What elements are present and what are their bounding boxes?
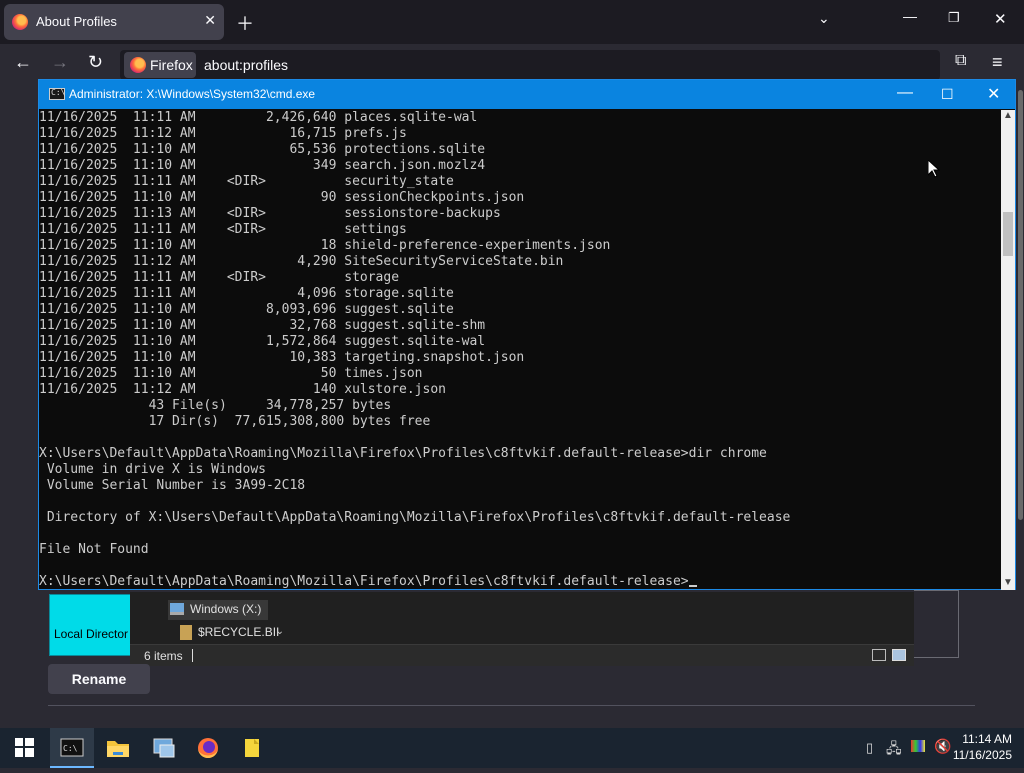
scroll-down-icon[interactable]: ▼ [1003, 577, 1013, 588]
back-icon[interactable]: ← [14, 52, 32, 73]
url-text[interactable]: about:profiles [204, 57, 288, 73]
network-icon[interactable]: 🖧 [886, 738, 902, 762]
console-line: 11/16/2025 11:12 AM 4,290 SiteSecuritySe… [39, 254, 564, 269]
rename-button[interactable]: Rename [48, 664, 150, 694]
minimize-icon[interactable]: — [903, 8, 917, 24]
console-line: 11/16/2025 11:10 AM 1,572,864 suggest.sq… [39, 334, 486, 349]
drive-icon [170, 603, 184, 615]
notes-icon[interactable] [230, 728, 274, 768]
restore-icon[interactable]: ❐ [948, 10, 960, 26]
console-line: 11/16/2025 11:11 AM <DIR> security_state [39, 174, 454, 189]
console-line: 11/16/2025 11:11 AM <DIR> storage [39, 270, 400, 285]
cmd-taskbar-icon[interactable]: C:\ [50, 728, 94, 768]
drive-label: Windows (X:) [190, 602, 262, 616]
cmd-maximize-icon[interactable]: ☐ [941, 86, 954, 103]
clock-time: 11:14 AM [962, 732, 1012, 746]
identity-box[interactable]: Firefox [124, 52, 196, 78]
chevron-down-icon[interactable]: ⌄ [276, 626, 284, 637]
console-line: 11/16/2025 11:13 AM <DIR> sessionstore-b… [39, 206, 501, 221]
clock-date: 11/16/2025 [952, 748, 1012, 762]
console-line: X:\Users\Default\AppData\Roaming\Mozilla… [39, 446, 767, 461]
prompt-text: X:\Users\Default\AppData\Roaming\Mozilla… [39, 574, 689, 589]
tab-close-icon[interactable]: ✕ [204, 12, 216, 29]
cmd-titlebar[interactable]: Administrator: X:\Windows\System32\cmd.e… [39, 80, 1015, 109]
clock[interactable]: 11:14 AM 11/16/2025 [953, 731, 1012, 763]
color-icon[interactable] [911, 740, 925, 752]
tiles-view-icon[interactable] [892, 649, 906, 661]
explorer-status-bar: 6 items [130, 644, 914, 666]
status-separator [192, 649, 193, 662]
firefox-icon [130, 57, 146, 73]
scroll-up-icon[interactable]: ▲ [1003, 110, 1013, 121]
window-close-icon[interactable]: ✕ [994, 10, 1007, 28]
local-directory-cell: Local Director [49, 594, 131, 656]
list-tabs-chevron-icon[interactable]: ⌄ [818, 10, 830, 27]
tab-title: About Profiles [36, 14, 117, 29]
firefox-favicon-icon [12, 14, 28, 30]
folder-icon [180, 625, 192, 640]
console-line: File Not Found [39, 542, 149, 557]
network-app-icon[interactable] [142, 728, 186, 768]
tab-bar: About Profiles ✕ ＋ ⌄ — ❐ ✕ [0, 0, 1024, 44]
local-directory-label: Local Director [54, 627, 129, 641]
console-line: 11/16/2025 11:11 AM 4,096 storage.sqlite [39, 286, 454, 301]
cmd-minimize-icon[interactable]: — [897, 84, 913, 102]
console-line: 11/16/2025 11:11 AM 2,426,640 places.sql… [39, 110, 478, 125]
console-line: 11/16/2025 11:10 AM 10,383 targeting.sna… [39, 350, 525, 365]
console-line: 11/16/2025 11:10 AM 65,536 protections.s… [39, 142, 486, 157]
details-view-icon[interactable] [872, 649, 886, 661]
cmd-title: Administrator: X:\Windows\System32\cmd.e… [69, 87, 316, 101]
table-edge [914, 590, 959, 658]
volume-muted-icon[interactable]: 🔇 [934, 738, 951, 755]
console-line: 11/16/2025 11:10 AM 349 search.json.mozl… [39, 158, 486, 173]
console-line: Volume in drive X is Windows [39, 462, 266, 477]
console-line: 11/16/2025 11:10 AM 32,768 suggest.sqlit… [39, 318, 486, 333]
console-line: 11/16/2025 11:11 AM <DIR> settings [39, 222, 407, 237]
cmd-icon [49, 88, 65, 100]
firefox-icon[interactable] [186, 728, 230, 768]
divider [48, 705, 975, 706]
usb-icon[interactable]: ▯ [866, 740, 873, 756]
tab-about-profiles[interactable]: About Profiles ✕ [4, 4, 224, 40]
start-icon[interactable] [2, 728, 46, 768]
cmd-scrollbar[interactable]: ▲ ▼ [1001, 110, 1015, 590]
page-scrollbar[interactable] [1017, 90, 1024, 520]
extensions-icon[interactable]: ⧉ [955, 52, 966, 70]
svg-text:C:\: C:\ [63, 744, 78, 753]
cmd-scrollbar-thumb[interactable] [1003, 212, 1013, 256]
folder-item-recycle-bin[interactable]: $RECYCLE.BII ⌄ [180, 624, 286, 642]
console-lines: 11/16/2025 11:11 AM 2,426,640 places.sql… [39, 110, 790, 590]
console-line: 11/16/2025 11:12 AM 16,715 prefs.js [39, 126, 407, 141]
page-scrollbar-thumb[interactable] [1018, 90, 1023, 520]
folder-label: $RECYCLE.BII [198, 625, 280, 639]
console-line: 11/16/2025 11:12 AM 140 xulstore.json [39, 382, 446, 397]
console-line: 11/16/2025 11:10 AM 50 times.json [39, 366, 423, 381]
menu-icon[interactable]: ≡ [992, 52, 1003, 73]
file-explorer-icon[interactable] [96, 728, 140, 768]
cmd-window[interactable]: Administrator: X:\Windows\System32\cmd.e… [38, 79, 1016, 590]
console-line: Directory of X:\Users\Default\AppData\Ro… [39, 510, 791, 525]
console-prompt[interactable]: X:\Users\Default\AppData\Roaming\Mozilla… [39, 574, 790, 590]
item-count: 6 items [144, 649, 183, 663]
console-line: 11/16/2025 11:10 AM 90 sessionCheckpoint… [39, 190, 525, 205]
reload-icon[interactable]: ↻ [88, 52, 103, 73]
identity-label: Firefox [150, 57, 193, 73]
console-line: 11/16/2025 11:10 AM 8,093,696 suggest.sq… [39, 302, 454, 317]
new-tab-icon[interactable]: ＋ [236, 10, 254, 36]
console-line: Volume Serial Number is 3A99-2C18 [39, 478, 306, 493]
console-line: 43 File(s) 34,778,257 bytes [39, 398, 392, 413]
console-line: 11/16/2025 11:10 AM 18 shield-preference… [39, 238, 611, 253]
text-cursor [688, 585, 697, 587]
console-line: 17 Dir(s) 77,615,308,800 bytes free [39, 414, 431, 429]
drive-item-windows[interactable]: Windows (X:) [168, 600, 268, 620]
console-output[interactable]: 11/16/2025 11:11 AM 2,426,640 places.sql… [39, 110, 1001, 590]
mouse-pointer-icon [928, 160, 940, 178]
taskbar: C:\ ▯ 🖧 🔇 [0, 728, 1024, 768]
cmd-close-icon[interactable]: ✕ [987, 84, 1000, 104]
forward-icon[interactable]: → [51, 52, 69, 73]
